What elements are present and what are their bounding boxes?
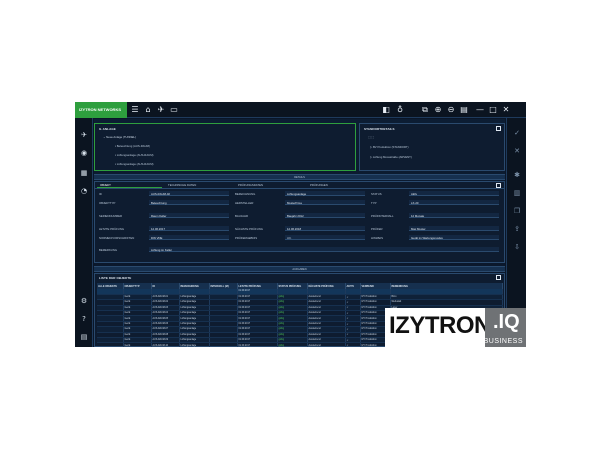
field-label: BEZEICHNUNG: [235, 192, 256, 196]
help-icon[interactable]: ?: [79, 314, 89, 324]
globe-icon[interactable]: ◉: [79, 148, 89, 158]
field-label: OBJEKTTYP: [99, 201, 116, 205]
panel-title: STANDORTDETAILS: [364, 127, 395, 131]
field-label: SERIENNUMMER: [99, 214, 122, 218]
copy-icon[interactable]: ❐: [512, 206, 522, 216]
table-cell: Gerät: [123, 342, 152, 347]
left-sidebar: ✈ ◉ ▦ ◔ ⚙ ? ▤: [75, 118, 93, 347]
brand-logo-suffix: .IQ: [493, 311, 520, 333]
brand-logo-text: IZYTRON: [389, 312, 491, 339]
export-icon[interactable]: ⧉: [420, 105, 430, 115]
serial-field[interactable]: Raum Keller: [149, 213, 229, 218]
expand-icon[interactable]: [496, 126, 501, 131]
settings-icon[interactable]: ⚙: [79, 296, 89, 306]
table-cell: AUS-RAUM-10: [151, 342, 180, 347]
field-label: PRÜFER: [371, 227, 383, 231]
table-cell: Lüftungsanlage: [179, 342, 210, 347]
details-separator: DETAILS: [94, 174, 505, 180]
app-logo[interactable]: IZYTRON NETWORKS: [75, 102, 127, 118]
tab-tests[interactable]: PRÜFUNGEN: [307, 182, 372, 188]
zoom-in-icon[interactable]: ⊕: [433, 105, 443, 115]
window-icon[interactable]: ▤: [459, 105, 469, 115]
screen-icon[interactable]: ▭: [169, 105, 179, 115]
lightbulb-icon[interactable]: ♁: [395, 105, 405, 115]
field-label: NORMEN/VORSCHRIFTEN: [99, 236, 135, 240]
close-icon[interactable]: ✕: [512, 146, 522, 156]
name-field[interactable]: Lüftungsanlage: [285, 191, 365, 196]
field-label: STATUS: [371, 192, 382, 196]
details-panel: OBJEKT TECHNISCHE DATEN PRÜFUNGSDATEN PR…: [94, 181, 505, 263]
minimize-icon[interactable]: —: [475, 105, 485, 115]
field-label: PRÜFERGEBNIS: [235, 236, 258, 240]
table-cell: [97, 342, 124, 347]
field-label: HINWEIS: [371, 236, 383, 240]
close-icon[interactable]: ✕: [501, 105, 511, 115]
year-field[interactable]: Baujahr 2012: [285, 213, 365, 218]
interval-field[interactable]: 12 Monate: [409, 213, 499, 218]
sidebar-toggle-icon[interactable]: ◧: [381, 105, 391, 115]
object-tree-panel: IL ANLAGE ⌄ Neue Anlage (TUNNEL) ▪ Beleu…: [94, 123, 356, 171]
brand-watermark: IZYTRON .IQ BUSINESS: [385, 308, 526, 347]
field-label: PRÜFINTERVALL: [371, 214, 394, 218]
brand-logo-subtitle: BUSINESS: [483, 338, 523, 345]
manufacturer-field[interactable]: Musterfirma: [285, 200, 365, 205]
tree-item[interactable]: ▪ Lüftungsanlage (AUS-RAUM): [115, 153, 153, 157]
rocket-icon[interactable]: ✈: [156, 105, 166, 115]
location-item[interactable]: ▷ Lüftung Moosstraße (ARVENT): [370, 155, 412, 159]
next-test-field[interactable]: 12.06.2018: [285, 226, 365, 231]
location-panel: STANDORTDETAILS ⬚ ⬚ ▷ BV Produktion (STA…: [359, 123, 505, 171]
result-field[interactable]: i.O.: [285, 235, 365, 240]
document-icon[interactable]: ▤: [79, 332, 89, 342]
field-label: BAUJAHR: [235, 214, 249, 218]
tab-object[interactable]: OBJEKT: [97, 182, 162, 188]
settings-icon[interactable]: ✱: [512, 170, 522, 180]
tasks-separator: AUFGABEN: [94, 266, 505, 272]
expand-icon[interactable]: [496, 183, 501, 188]
tree-item[interactable]: ▪ Beleuchtung (AUS-RAUM): [115, 144, 150, 148]
tree-item[interactable]: ⌄ Neue Anlage (TUNNEL): [103, 135, 136, 139]
type-field[interactable]: LX-20: [409, 200, 499, 205]
table-cell: gültig: [277, 342, 308, 347]
field-label: TYP: [371, 201, 377, 205]
building-icon[interactable]: ▦: [79, 168, 89, 178]
table-cell: ✓: [345, 342, 361, 347]
status-field[interactable]: Aktiv: [409, 191, 499, 196]
field-label: HERSTELLER: [235, 201, 254, 205]
location-item[interactable]: ▷ BV Produktion (STANDORT): [370, 145, 409, 149]
field-label: LETZTE PRÜFUNG: [99, 227, 125, 231]
table-cell: Ausstehend: [307, 342, 346, 347]
home-icon[interactable]: ⌂: [143, 105, 153, 115]
upload-icon[interactable]: ⇪: [512, 224, 522, 234]
menu-icon[interactable]: ☰: [130, 105, 140, 115]
field-label: ID: [99, 192, 102, 196]
tab-technical-data[interactable]: TECHNISCHE DATEN: [165, 182, 230, 188]
tester-field[interactable]: Max Muster: [409, 226, 499, 231]
panel-title: IL ANLAGE: [99, 127, 116, 131]
top-toolbar: IZYTRON NETWORKS ☰ ⌂ ✈ ▭ ◧ ♁ ⧉ ⊕ ⊖ ▤ — □…: [75, 102, 526, 118]
field-label: BEMERKUNG: [99, 248, 118, 252]
maximize-icon[interactable]: □: [488, 105, 498, 115]
hint-field[interactable]: Gerät im Wartungsmodus: [409, 235, 499, 240]
table-cell: 01.09.2017: [237, 342, 278, 347]
chart-icon[interactable]: ◔: [79, 186, 89, 196]
brand-logo-box: .IQ BUSINESS: [483, 308, 526, 347]
id-field[interactable]: AUS-RAUM-02: [149, 191, 229, 196]
zoom-out-icon[interactable]: ⊖: [446, 105, 456, 115]
notes-field[interactable]: Lüftung im Keller: [149, 247, 499, 252]
tree-item[interactable]: ▪ Lüftungsanlage (AUS-RAUM): [115, 162, 153, 166]
norms-field[interactable]: DIN VDE: [149, 235, 229, 240]
last-test-field[interactable]: 12.06.2017: [149, 226, 229, 231]
table-cell: [209, 342, 238, 347]
expand-icon[interactable]: [496, 275, 501, 280]
check-icon[interactable]: ✓: [512, 128, 522, 138]
trash-icon[interactable]: ▥: [512, 188, 522, 198]
location-toolbar[interactable]: ⬚ ⬚: [368, 135, 374, 139]
field-label: NÄCHSTE PRÜFUNG: [235, 227, 263, 231]
tab-bar: OBJEKT TECHNISCHE DATEN PRÜFUNGSDATEN PR…: [95, 182, 504, 189]
rocket-icon[interactable]: ✈: [79, 130, 89, 140]
object-type-field[interactable]: Beleuchtung: [149, 200, 229, 205]
tab-test-data[interactable]: PRÜFUNGSDATEN: [235, 182, 300, 188]
panel-title: LISTE DER OBJEKTE: [99, 276, 132, 280]
download-icon[interactable]: ⇩: [512, 242, 522, 252]
